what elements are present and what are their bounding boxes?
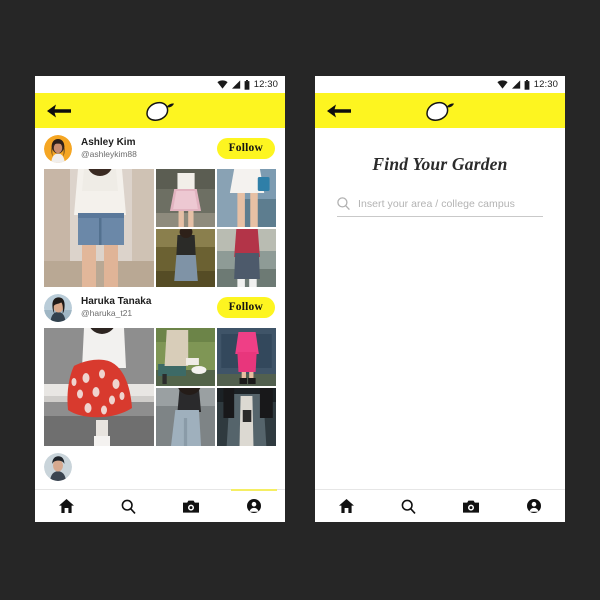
home-icon: [338, 499, 354, 513]
search-icon: [337, 197, 350, 210]
home-icon: [58, 499, 74, 513]
wifi-icon: [497, 80, 508, 89]
camera-icon: [463, 500, 480, 513]
back-arrow-icon[interactable]: [326, 102, 352, 120]
status-bar-icons: [497, 79, 530, 90]
phone-search-screen: 12:30 Find Your Garden Insert your area …: [315, 76, 565, 522]
post-user-row[interactable]: [35, 446, 285, 487]
post-photo[interactable]: [44, 169, 154, 287]
profile-icon: [526, 499, 541, 513]
nav-item-search[interactable]: [98, 490, 161, 522]
app-bar: [315, 93, 565, 128]
user-meta: Ashley Kim @ashleykim88: [81, 137, 217, 160]
user-meta: Haruka Tanaka @haruka_t21: [81, 296, 217, 319]
post-photo[interactable]: [156, 169, 215, 227]
post-user-row[interactable]: Ashley Kim @ashleykim88 Follow: [35, 128, 285, 169]
signal-icon: [511, 80, 520, 89]
nav-active-indicator: [230, 489, 277, 491]
lemon-logo-icon[interactable]: [423, 98, 457, 124]
search-icon: [401, 499, 416, 514]
search-input[interactable]: Insert your area / college campus: [337, 197, 543, 217]
status-bar: 12:30: [315, 76, 565, 93]
post-photo[interactable]: [217, 388, 276, 446]
post-photo[interactable]: [217, 328, 276, 386]
post-photo[interactable]: [44, 328, 154, 446]
nav-item-search[interactable]: [378, 490, 441, 522]
page-title: Find Your Garden: [372, 154, 508, 174]
user-name: Ashley Kim: [81, 137, 136, 148]
avatar[interactable]: [44, 134, 72, 163]
status-bar-time: 12:30: [253, 79, 278, 90]
feed-content[interactable]: Ashley Kim @ashleykim88 Follow Haruka Ta…: [35, 128, 285, 489]
user-handle: @haruka_t21: [81, 308, 133, 318]
search-icon: [121, 499, 136, 514]
battery-icon: [244, 79, 250, 90]
back-arrow-icon[interactable]: [46, 102, 72, 120]
nav-item-home[interactable]: [35, 490, 98, 522]
post-user-row[interactable]: Haruka Tanaka @haruka_t21 Follow: [35, 287, 285, 328]
post-photo[interactable]: [156, 388, 215, 446]
nav-item-home[interactable]: [315, 490, 378, 522]
nav-item-profile[interactable]: [503, 490, 566, 522]
bottom-nav[interactable]: [315, 489, 565, 522]
bottom-nav[interactable]: [35, 489, 285, 522]
nav-item-camera[interactable]: [160, 490, 223, 522]
post-photo[interactable]: [156, 229, 215, 287]
post-photo-grid[interactable]: [44, 169, 276, 287]
post-photo[interactable]: [217, 169, 276, 227]
post-photo-grid[interactable]: [44, 328, 276, 446]
user-name: Haruka Tanaka: [81, 296, 152, 307]
search-content: Find Your Garden Insert your area / coll…: [315, 128, 565, 489]
nav-item-camera[interactable]: [440, 490, 503, 522]
user-handle: @ashleykim88: [81, 149, 137, 159]
phone-feed-screen: 12:30 Ashley Kim @ashleykim88 Follow Har…: [35, 76, 285, 522]
avatar[interactable]: [44, 293, 72, 322]
wifi-icon: [217, 80, 228, 89]
post-photo[interactable]: [156, 328, 215, 386]
signal-icon: [231, 80, 240, 89]
status-bar-icons: [217, 79, 250, 90]
status-bar-time: 12:30: [533, 79, 558, 90]
app-bar: [35, 93, 285, 128]
follow-button[interactable]: Follow: [216, 297, 275, 318]
battery-icon: [524, 79, 530, 90]
search-input-placeholder: Insert your area / college campus: [358, 197, 515, 210]
lemon-logo-icon[interactable]: [143, 98, 177, 124]
follow-button[interactable]: Follow: [216, 138, 275, 159]
nav-item-profile[interactable]: [223, 489, 286, 522]
profile-icon: [246, 499, 261, 513]
screenshot-canvas: 12:30 Ashley Kim @ashleykim88 Follow Har…: [0, 0, 600, 600]
camera-icon: [183, 500, 200, 513]
avatar[interactable]: [44, 452, 72, 481]
post-photo[interactable]: [217, 229, 276, 287]
status-bar: 12:30: [35, 76, 285, 93]
